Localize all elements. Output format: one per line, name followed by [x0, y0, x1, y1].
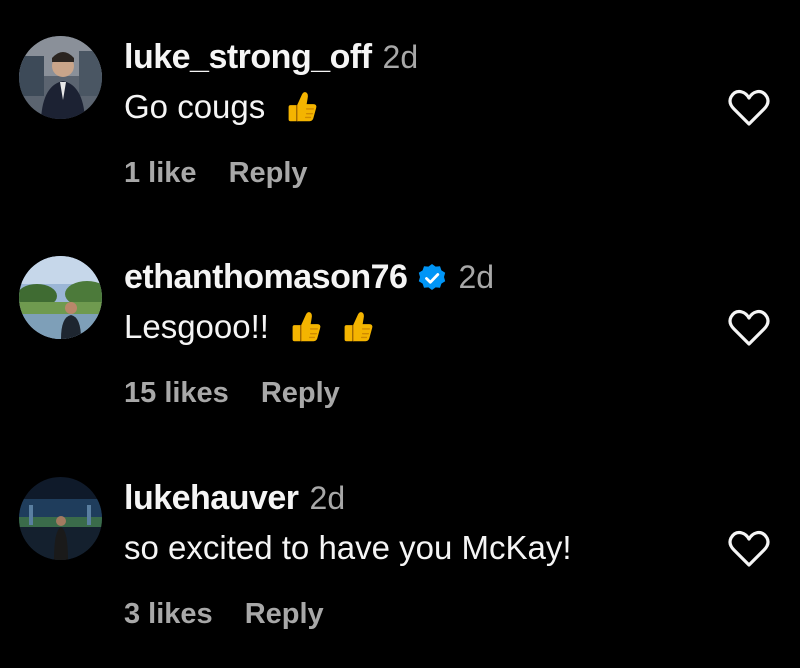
username[interactable]: lukehauver	[124, 479, 299, 518]
like-count[interactable]: 15 likes	[124, 377, 229, 410]
timestamp[interactable]: 2d	[310, 480, 346, 517]
avatar[interactable]	[19, 477, 102, 560]
comment-meta: 15 likes Reply	[124, 377, 340, 410]
heart-outline-icon[interactable]	[728, 530, 770, 568]
like-count[interactable]: 1 like	[124, 157, 197, 190]
comment-item: ethanthomason76 2d Lesgooo!! 15 likes Re…	[0, 220, 800, 420]
thumbs-up-emoji	[337, 308, 375, 346]
comment-text-content: Lesgooo!!	[124, 308, 269, 345]
thumbs-up-emoji	[285, 308, 323, 346]
comment-meta: 1 like Reply	[124, 157, 308, 190]
username[interactable]: luke_strong_off	[124, 38, 372, 77]
comment-header: lukehauver 2d	[124, 479, 345, 518]
comment-text-content: so excited to have you McKay!	[124, 529, 572, 566]
avatar-image	[19, 256, 102, 339]
comment-item: luke_strong_off 2d Go cougs 1 like Reply	[0, 0, 800, 200]
reply-button[interactable]: Reply	[261, 377, 340, 410]
timestamp[interactable]: 2d	[383, 39, 419, 76]
comment-meta: 3 likes Reply	[124, 598, 324, 631]
avatar-image	[19, 36, 102, 119]
username[interactable]: ethanthomason76	[124, 258, 408, 297]
comment-text: Lesgooo!!	[124, 308, 375, 346]
verified-badge-icon	[417, 263, 447, 293]
comment-item: lukehauver 2d so excited to have you McK…	[0, 441, 800, 641]
avatar-image	[19, 477, 102, 560]
comment-header: luke_strong_off 2d	[124, 38, 418, 77]
heart-outline-icon[interactable]	[728, 89, 770, 127]
timestamp[interactable]: 2d	[458, 259, 494, 296]
avatar[interactable]	[19, 36, 102, 119]
comment-text-content: Go cougs	[124, 88, 266, 125]
heart-outline-icon[interactable]	[728, 309, 770, 347]
like-count[interactable]: 3 likes	[124, 598, 213, 631]
comment-text: so excited to have you McKay!	[124, 529, 572, 567]
reply-button[interactable]: Reply	[229, 157, 308, 190]
reply-button[interactable]: Reply	[245, 598, 324, 631]
comment-header: ethanthomason76 2d	[124, 258, 494, 297]
thumbs-up-emoji	[281, 88, 319, 126]
comment-text: Go cougs	[124, 88, 319, 126]
avatar[interactable]	[19, 256, 102, 339]
